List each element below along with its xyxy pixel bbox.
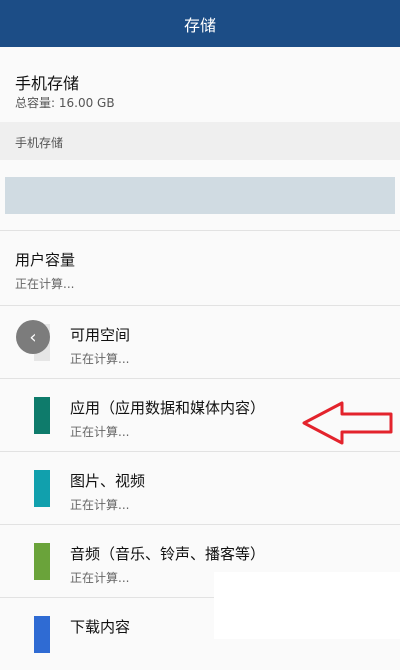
category-color-swatch: [34, 543, 50, 580]
total-capacity: 总容量: 16.00 GB: [15, 96, 115, 110]
user-capacity-label: 用户容量: [15, 251, 76, 269]
category-status: 正在计算...: [70, 352, 130, 366]
section-header: 手机存储: [0, 122, 400, 161]
category-label: 应用（应用数据和媒体内容）: [70, 399, 266, 417]
app-header: 存储: [0, 0, 400, 47]
category-color-swatch: [34, 397, 50, 434]
category-status: 正在计算...: [70, 571, 130, 585]
category-row-images-videos[interactable]: 图片、视频 正在计算...: [0, 452, 400, 525]
section-title: 手机存储: [15, 136, 64, 150]
page-title: 存储: [183, 15, 216, 35]
category-label: 下载内容: [70, 618, 131, 636]
category-color-swatch: [34, 470, 50, 507]
red-arrow-annotation-icon: [302, 401, 393, 445]
usage-area: [0, 160, 400, 231]
category-color-swatch: [34, 616, 50, 653]
category-label: 可用空间: [70, 326, 131, 344]
user-capacity-row[interactable]: 用户容量 正在计算...: [0, 231, 400, 306]
category-row-available[interactable]: ‹ 可用空间 正在计算...: [0, 306, 400, 379]
storage-title: 手机存储: [15, 74, 80, 93]
storage-usage-bar: [5, 177, 395, 214]
screenshot-crop-overlay: [214, 572, 400, 639]
chevron-left-icon[interactable]: ‹: [16, 320, 50, 354]
storage-overview: 手机存储 总容量: 16.00 GB: [0, 47, 400, 123]
category-label: 音频（音乐、铃声、播客等）: [70, 545, 266, 563]
category-status: 正在计算...: [70, 425, 130, 439]
user-capacity-status: 正在计算...: [15, 277, 75, 291]
category-status: 正在计算...: [70, 498, 130, 512]
back-glyph: ‹: [29, 326, 37, 348]
category-label: 图片、视频: [70, 472, 146, 490]
